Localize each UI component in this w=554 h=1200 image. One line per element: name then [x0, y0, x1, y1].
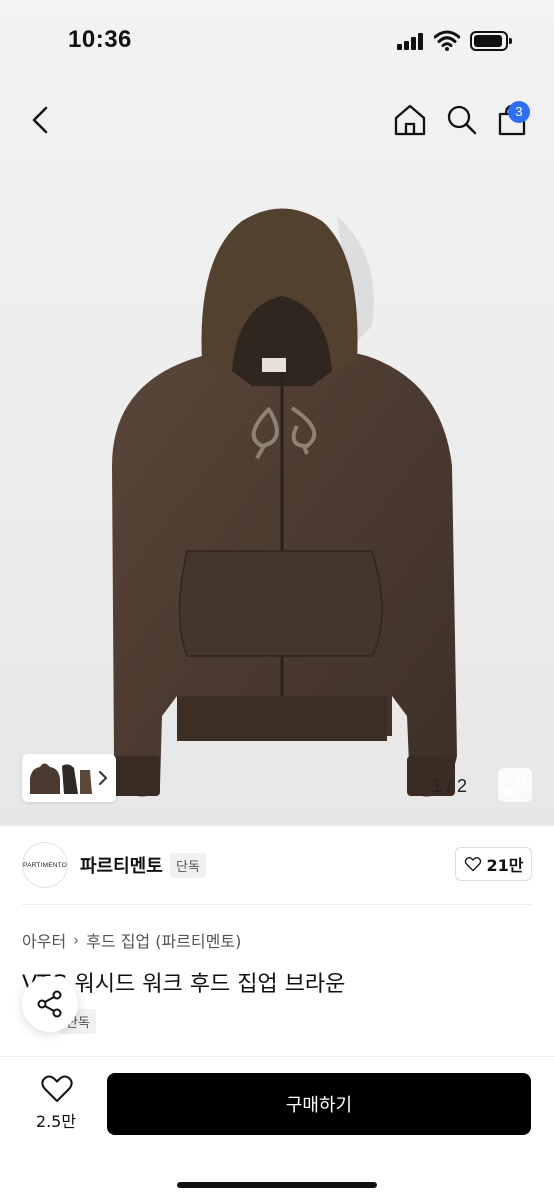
heart-outline-icon — [464, 857, 481, 872]
wifi-icon — [434, 30, 460, 51]
cart-badge: 3 — [508, 101, 530, 123]
battery-icon — [470, 31, 512, 51]
wishlist-heart-icon[interactable] — [30, 1074, 84, 1104]
back-chevron-icon[interactable] — [22, 100, 62, 140]
divider — [22, 904, 532, 905]
search-icon[interactable] — [444, 100, 480, 140]
breadcrumb: 아우터 › 후드 집업 (파르티멘토) — [22, 928, 241, 952]
product-image[interactable] — [92, 196, 472, 806]
brand-logo-text: PARTIMENTO — [23, 861, 67, 869]
thumbnail-strip[interactable] — [22, 754, 116, 802]
status-bar: 10:36 — [0, 0, 554, 80]
page-indicator: 1 / 2 — [432, 770, 502, 802]
brand-like-button[interactable]: 21만 — [455, 847, 532, 881]
chevron-right-icon: › — [73, 931, 80, 949]
thumbnail-images — [30, 763, 92, 794]
brand-like-count: 21만 — [486, 856, 524, 875]
home-indicator — [177, 1182, 377, 1188]
home-icon[interactable] — [392, 100, 428, 140]
breadcrumb-subcategory[interactable]: 후드 집업 (파르티멘토) — [86, 928, 241, 952]
signal-icon — [397, 32, 427, 50]
wishlist-count: 2.5만 — [35, 1112, 77, 1131]
brand-logo[interactable]: PARTIMENTO — [22, 842, 68, 888]
chevron-right-icon — [99, 771, 108, 785]
brand-name[interactable]: 파르티멘토 — [80, 852, 163, 878]
page-indicator-text: 1 / 2 — [432, 775, 468, 796]
buy-button[interactable]: 구매하기 — [107, 1073, 531, 1135]
share-button[interactable] — [22, 976, 78, 1032]
status-time: 10:36 — [68, 26, 132, 53]
brand-exclusive-badge: 단독 — [170, 853, 206, 878]
breadcrumb-category[interactable]: 아우터 — [22, 928, 66, 952]
expand-icon[interactable] — [498, 768, 532, 802]
